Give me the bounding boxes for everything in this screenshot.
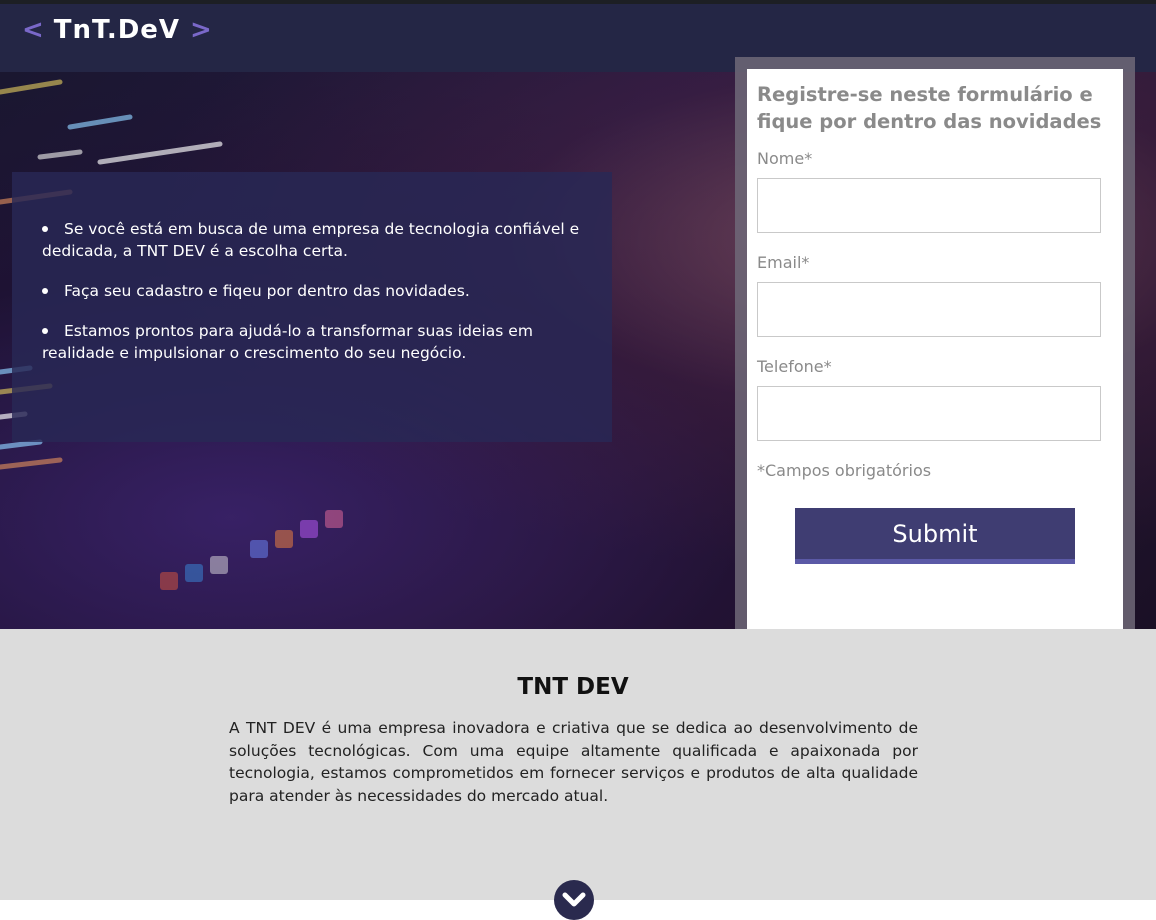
about-description: A TNT DEV é uma empresa inovadora e cria…: [229, 719, 918, 805]
about-title: TNT DEV: [517, 674, 629, 700]
hero-bullet-item: Faça seu cadastro e fiqeu por dentro das…: [42, 280, 582, 302]
about-section: TNT DEV A TNT DEV é uma empresa inovador…: [0, 629, 1156, 900]
hero-bullet-list: Se você está em busca de uma empresa de …: [42, 218, 582, 364]
required-fields-note: *Campos obrigatórios: [757, 461, 932, 480]
landing-page: < TnT.DeV > Se você está em busca de uma…: [0, 0, 1156, 920]
hero-info-panel: Se você está em busca de uma empresa de …: [12, 172, 612, 442]
bullet-dot-icon: [42, 328, 48, 334]
name-label: Nome*: [757, 149, 813, 168]
hero-bullet-text: Faça seu cadastro e fiqeu por dentro das…: [64, 282, 470, 300]
email-label: Email*: [757, 253, 810, 272]
form-title: Registre-se neste formulário e fique por…: [757, 83, 1102, 133]
signup-form-frame: Registre-se neste formulário e fique por…: [735, 57, 1135, 644]
email-input[interactable]: [757, 282, 1101, 337]
phone-label: Telefone*: [757, 357, 832, 376]
hero-bullet-text: Se você está em busca de uma empresa de …: [42, 220, 580, 260]
scroll-down-button[interactable]: [554, 880, 594, 920]
bullet-dot-icon: [42, 226, 48, 232]
bullet-dot-icon: [42, 288, 48, 294]
phone-input[interactable]: [757, 386, 1101, 441]
hero-bullet-item: Estamos prontos para ajudá-lo a transfor…: [42, 320, 582, 364]
logo-right-bracket: >: [190, 15, 212, 45]
logo-text: TnT.DeV: [53, 15, 181, 45]
submit-button[interactable]: Submit: [795, 508, 1075, 564]
signup-form: Registre-se neste formulário e fique por…: [747, 69, 1123, 632]
hero-bullet-item: Se você está em busca de uma empresa de …: [42, 218, 582, 262]
site-logo[interactable]: < TnT.DeV >: [22, 17, 212, 43]
hero-bullet-text: Estamos prontos para ajudá-lo a transfor…: [42, 322, 533, 362]
name-input[interactable]: [757, 178, 1101, 233]
logo-left-bracket: <: [22, 15, 44, 45]
chevron-down-icon: [562, 892, 586, 907]
